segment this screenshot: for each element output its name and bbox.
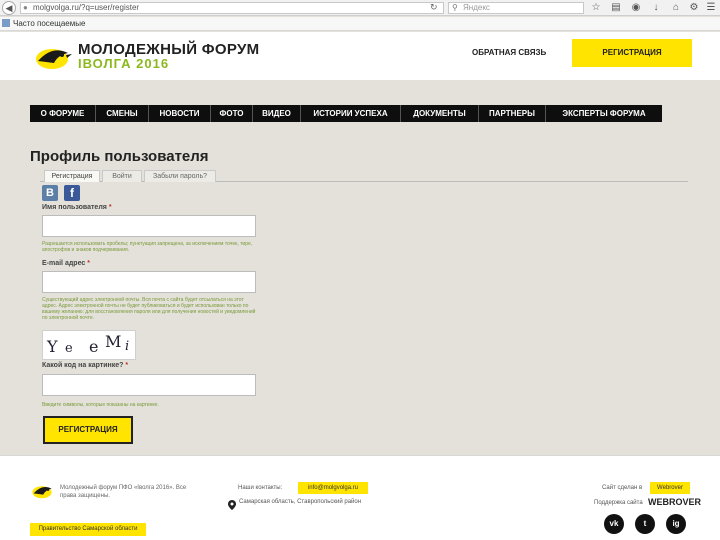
captcha-help: Введите символы, которые показаны на кар… bbox=[42, 402, 159, 408]
feedback-link[interactable]: ОБРАТНАЯ СВЯЗЬ bbox=[472, 48, 546, 57]
captcha-label: Какой код на картинке? * bbox=[42, 362, 128, 369]
required-mark: * bbox=[87, 260, 90, 267]
footer-oriole-logo-icon bbox=[32, 486, 52, 499]
footer-address: Самарская область, Ставропольский район bbox=[239, 499, 362, 505]
instagram-icon[interactable]: ig bbox=[666, 514, 686, 534]
nav-item-documents[interactable]: ДОКУМЕНТЫ bbox=[401, 105, 479, 122]
vk-login-icon[interactable]: В bbox=[42, 185, 58, 201]
required-mark: * bbox=[125, 362, 129, 369]
reload-icon[interactable]: ↻ bbox=[430, 2, 438, 13]
developer-link[interactable]: Webrover bbox=[650, 482, 690, 494]
email-help: Существующий адрес электронной почты. Вс… bbox=[42, 297, 256, 321]
browser-search-input[interactable]: ⚲ Яндекс bbox=[448, 2, 584, 14]
location-pin-icon bbox=[228, 500, 236, 510]
tab-forgot-password[interactable]: Забыли пароль? bbox=[144, 170, 216, 182]
vk-icon[interactable]: vk bbox=[604, 514, 624, 534]
contacts-email-link[interactable]: info@molgvolga.ru bbox=[298, 482, 368, 494]
search-icon: ⚲ bbox=[452, 3, 458, 12]
menu-icon[interactable]: ☰ bbox=[705, 2, 717, 14]
header-register-button[interactable]: РЕГИСТРАЦИЯ bbox=[572, 39, 692, 67]
globe-icon: ● bbox=[23, 3, 28, 12]
support-label: Поддержка сайта bbox=[594, 500, 643, 506]
region-government-button[interactable]: Правительство Самарской области bbox=[30, 523, 146, 536]
site-header: МОЛОДЕЖНЫЙ ФОРУМ IВОЛГА 2016 ОБРАТНАЯ СВ… bbox=[0, 32, 720, 80]
captcha-char: e bbox=[89, 337, 99, 356]
captcha-char: M bbox=[105, 332, 122, 351]
captcha-char: i bbox=[125, 339, 130, 354]
address-bar-text: molgvolga.ru/?q=user/register bbox=[33, 3, 140, 12]
support-brand-link[interactable]: WEBROVER bbox=[648, 497, 701, 507]
bookmarks-toolbar: Часто посещаемые bbox=[0, 17, 720, 31]
tab-register[interactable]: Регистрация bbox=[44, 170, 100, 182]
nav-item-photo[interactable]: ФОТО bbox=[211, 105, 253, 122]
download-icon[interactable]: ↓ bbox=[650, 2, 662, 14]
contacts-label: Наши контакты: bbox=[238, 485, 283, 491]
username-label: Имя пользователя * bbox=[42, 204, 112, 211]
footer-copyright: Молодежный форум ПФО «Iволга 2016». Все … bbox=[60, 485, 187, 499]
browser-search-placeholder: Яндекс bbox=[463, 3, 490, 12]
back-arrow-icon[interactable]: ◀ bbox=[2, 1, 16, 15]
email-label: E-mail адрес * bbox=[42, 260, 90, 267]
address-bar[interactable]: ● molgvolga.ru/?q=user/register bbox=[20, 2, 444, 14]
site-footer: Молодежный форум ПФО «Iволга 2016». Все … bbox=[0, 455, 720, 540]
captcha-char: e bbox=[65, 341, 73, 356]
nav-item-partners[interactable]: ПАРТНЕРЫ bbox=[479, 105, 546, 122]
reading-list-icon[interactable]: ▤ bbox=[610, 2, 622, 14]
main-navigation: О ФОРУМЕ СМЕНЫ НОВОСТИ ФОТО ВИДЕО ИСТОРИ… bbox=[30, 105, 662, 122]
username-input[interactable] bbox=[42, 215, 256, 237]
tab-login[interactable]: Войти bbox=[102, 170, 142, 182]
extension-icon[interactable]: ⚙ bbox=[688, 2, 700, 14]
email-input[interactable] bbox=[42, 271, 256, 293]
page-title: Профиль пользователя bbox=[30, 148, 209, 165]
nav-item-sessions[interactable]: СМЕНЫ bbox=[96, 105, 149, 122]
nav-item-success-stories[interactable]: ИСТОРИИ УСПЕХА bbox=[301, 105, 401, 122]
username-label-text: Имя пользователя bbox=[42, 204, 107, 211]
browser-toolbar: ◀ ● molgvolga.ru/?q=user/register ↻ ⚲ Ян… bbox=[0, 0, 720, 16]
required-mark: * bbox=[108, 204, 112, 211]
captcha-input[interactable] bbox=[42, 374, 256, 396]
nav-item-experts[interactable]: ЭКСПЕРТЫ ФОРУМА bbox=[546, 105, 662, 122]
pocket-icon[interactable]: ◉ bbox=[630, 2, 642, 14]
twitter-icon[interactable]: t bbox=[635, 514, 655, 534]
oriole-logo-icon[interactable] bbox=[32, 41, 72, 73]
account-tabs: Регистрация Войти Забыли пароль? bbox=[40, 170, 688, 182]
nav-item-about[interactable]: О ФОРУМЕ bbox=[30, 105, 96, 122]
captcha-image: Y e e M i bbox=[42, 330, 136, 360]
bookmark-folder-icon bbox=[2, 19, 10, 27]
logo-subtitle[interactable]: IВОЛГА 2016 bbox=[78, 56, 169, 71]
bookmark-star-icon[interactable]: ☆ bbox=[590, 2, 602, 14]
username-help: Разрешается использовать пробелы; пункту… bbox=[42, 241, 253, 253]
nav-item-video[interactable]: ВИДЕО bbox=[253, 105, 301, 122]
register-submit-button[interactable]: РЕГИСТРАЦИЯ bbox=[43, 416, 133, 444]
captcha-label-text: Какой код на картинке? bbox=[42, 362, 124, 369]
captcha-char: Y bbox=[47, 337, 58, 356]
nav-item-news[interactable]: НОВОСТИ bbox=[149, 105, 211, 122]
home-icon[interactable]: ⌂ bbox=[670, 2, 682, 14]
bookmark-most-visited[interactable]: Часто посещаемые bbox=[13, 19, 85, 28]
facebook-login-icon[interactable]: f bbox=[64, 185, 80, 201]
email-label-text: E-mail адрес bbox=[42, 260, 86, 267]
developer-label: Сайт сделан в bbox=[602, 485, 643, 491]
